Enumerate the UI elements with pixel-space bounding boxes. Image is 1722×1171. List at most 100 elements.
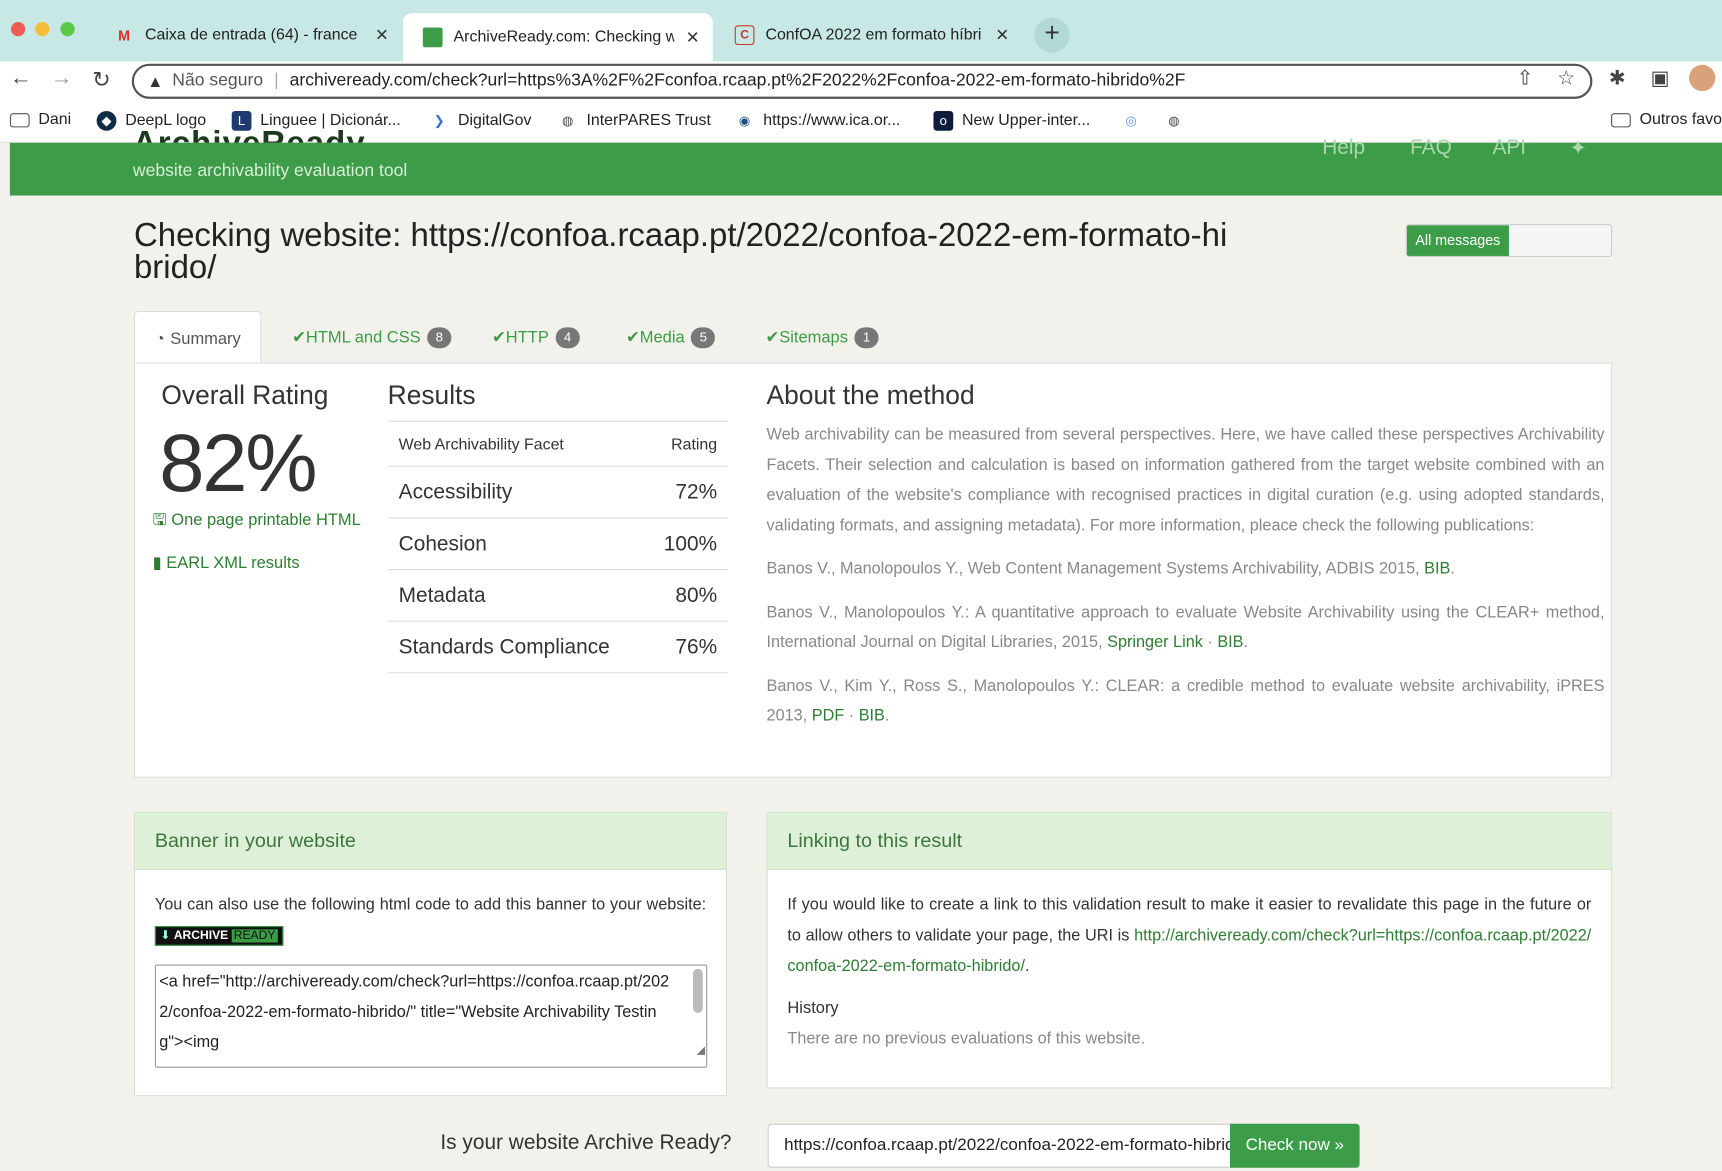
bookmark-label: DigitalGov [457,112,532,130]
facet-rating: 80% [644,569,729,622]
banner-text: You can also use the following html code… [154,896,707,914]
banner-heading: Banner in your website [135,812,726,871]
check-icon: ✔ [765,328,780,348]
tab-title: Caixa de entrada (64) - france [144,26,358,44]
springer-link[interactable]: Springer Link [1107,634,1203,652]
maximize-window-button[interactable] [60,21,75,37]
facet-rating: 100% [644,517,729,571]
globe-icon: ◍ [1168,113,1180,129]
bib-link[interactable]: BIB [1217,634,1243,652]
publication-2: Banos V., Manolopoulos Y.: A quantitativ… [766,603,1605,652]
tab-html-css[interactable]: ✔ HTML and CSS 8 [292,311,452,364]
site-logo[interactable]: ArchiveReady [133,125,366,143]
tab-label: Summary [170,329,241,348]
linking-body: If you would like to create a link to th… [768,870,1611,1074]
banner-code: <a href="http://archiveready.com/check?u… [159,973,670,1052]
bookmark-un[interactable]: ◎ [1121,111,1150,131]
publication-text: Banos V., Manolopoulos Y., Web Content M… [766,560,1420,578]
bookmark-label: Dani [38,110,72,129]
linking-heading: Linking to this result [767,812,1612,871]
all-messages-toggle[interactable]: All messages [1405,224,1613,258]
archive-ready-question: Is your website Archive Ready? [440,1131,732,1155]
folder-icon [9,112,30,127]
tab-title: ArchiveReady.com: Checking w [453,28,675,47]
overall-rating-heading: Overall Rating [161,381,329,411]
reload-icon[interactable]: ↻ [92,66,110,93]
archiveready-icon [422,27,443,48]
nav-api[interactable]: API [1492,136,1526,160]
bookmark-ica[interactable]: ◉ https://www.ica.or... [735,111,901,131]
earl-xml-label: EARL XML results [166,553,300,573]
bookmark-interpares[interactable]: ◍ InterPARES Trust [558,111,711,131]
twitter-icon[interactable]: ✦ [1569,136,1586,161]
summary-panel: Overall Rating 82% 🖫 One page printable … [133,362,1613,778]
printable-html-link[interactable]: 🖫 One page printable HTML [153,509,361,536]
banner-body: You can also use the following html code… [135,870,726,971]
linking-card: Linking to this result If you would like… [766,811,1613,1089]
close-icon[interactable]: ✕ [995,25,1009,45]
publication-text: Banos V., Kim Y., Ross S., Manolopoulos … [766,677,1605,726]
share-icon[interactable]: ⇧ [1517,67,1534,90]
publication-3: Banos V., Kim Y., Ross S., Manolopoulos … [766,677,1605,726]
sidepanel-icon[interactable]: ▣ [1651,67,1670,90]
all-messages-label: All messages [1406,225,1509,256]
deepl-icon: ◆ [96,110,117,131]
forward-arrow-icon[interactable]: → [51,66,73,91]
col-rating: Rating [644,420,729,467]
bookmark-dani[interactable]: Dani [9,110,72,129]
close-window-button[interactable] [10,21,26,37]
dashboard-icon: ◔ [154,329,165,348]
results-table: Web Archivability Facet Rating Accessibi… [387,420,729,674]
facet-name: Cohesion [387,517,645,571]
tab-http[interactable]: ✔ HTTP 4 [492,311,580,364]
avatar[interactable] [1689,64,1716,92]
page-title: Checking website: https://confoa.rcaap.p… [133,217,1228,286]
address-bar[interactable]: ▲ Não seguro | archiveready.com/check?ur… [131,63,1593,99]
tab-title: ConfOA 2022 em formato híbri [765,26,982,44]
bookmark-label: https://www.ica.or... [763,112,901,130]
scrollbar[interactable] [692,968,703,1013]
tab-media[interactable]: ✔ Media 5 [626,311,716,364]
resize-handle-icon[interactable]: ◢ [697,1035,705,1065]
warning-icon: ▲ [147,71,164,91]
bookmark-digitalgov[interactable]: ❯ DigitalGov [429,111,532,131]
globe-icon: ◍ [562,113,574,129]
bib-link[interactable]: BIB [1424,560,1450,578]
facet-name: Accessibility [387,466,645,519]
nav-help[interactable]: Help [1322,136,1365,160]
badge-ready: READY [231,929,278,943]
browser-tab-gmail[interactable]: M Caixa de entrada (64) - france ✕ [94,13,401,57]
bib-link[interactable]: BIB [859,707,885,725]
nav-faq[interactable]: FAQ [1410,136,1452,160]
browser-tab-archiveready[interactable]: ArchiveReady.com: Checking w ✕ [403,13,713,62]
facet-name: Standards Compliance [387,621,645,674]
about-method-heading: About the method [766,381,975,411]
earl-xml-link[interactable]: ▮ EARL XML results [153,553,300,573]
tab-sitemaps[interactable]: ✔ Sitemaps 1 [765,311,879,364]
pdf-link[interactable]: PDF [812,707,845,725]
bookmark-upper-inter[interactable]: o New Upper-inter... [933,110,1090,131]
tab-summary[interactable]: ◔ Summary [133,310,262,365]
confoa-icon: C [734,25,755,46]
tab-label: HTML and CSS [305,327,421,347]
close-icon[interactable]: ✕ [686,27,700,48]
table-row: Metadata 80% [387,569,729,622]
new-tab-button[interactable]: + [1034,17,1070,53]
check-icon: ✔ [292,328,306,348]
gmail-icon: M [118,26,131,44]
bookmark-globe[interactable]: ◍ [1164,111,1193,131]
minimize-window-button[interactable] [35,21,50,37]
extensions-icon[interactable]: ✱ [1609,67,1626,90]
tab-badge: 1 [854,326,879,348]
bookmark-other[interactable]: Outros favo [1611,111,1722,129]
check-now-button[interactable]: Check now » [1229,1123,1360,1168]
back-arrow-icon[interactable]: ← [10,66,32,91]
insecure-label: Não seguro [172,71,264,91]
check-url-input[interactable]: https://confoa.rcaap.pt/2022/confoa-2022… [767,1123,1232,1168]
browser-tab-strip: M Caixa de entrada (64) - france ✕ Archi… [0,0,1722,62]
close-icon[interactable]: ✕ [375,25,389,45]
banner-code-textarea[interactable]: <a href="http://archiveready.com/check?u… [154,964,708,1068]
browser-tab-confoa[interactable]: C ConfOA 2022 em formato híbri ✕ [715,13,1022,57]
star-icon[interactable]: ☆ [1557,67,1575,90]
history-heading: History [787,998,839,1018]
